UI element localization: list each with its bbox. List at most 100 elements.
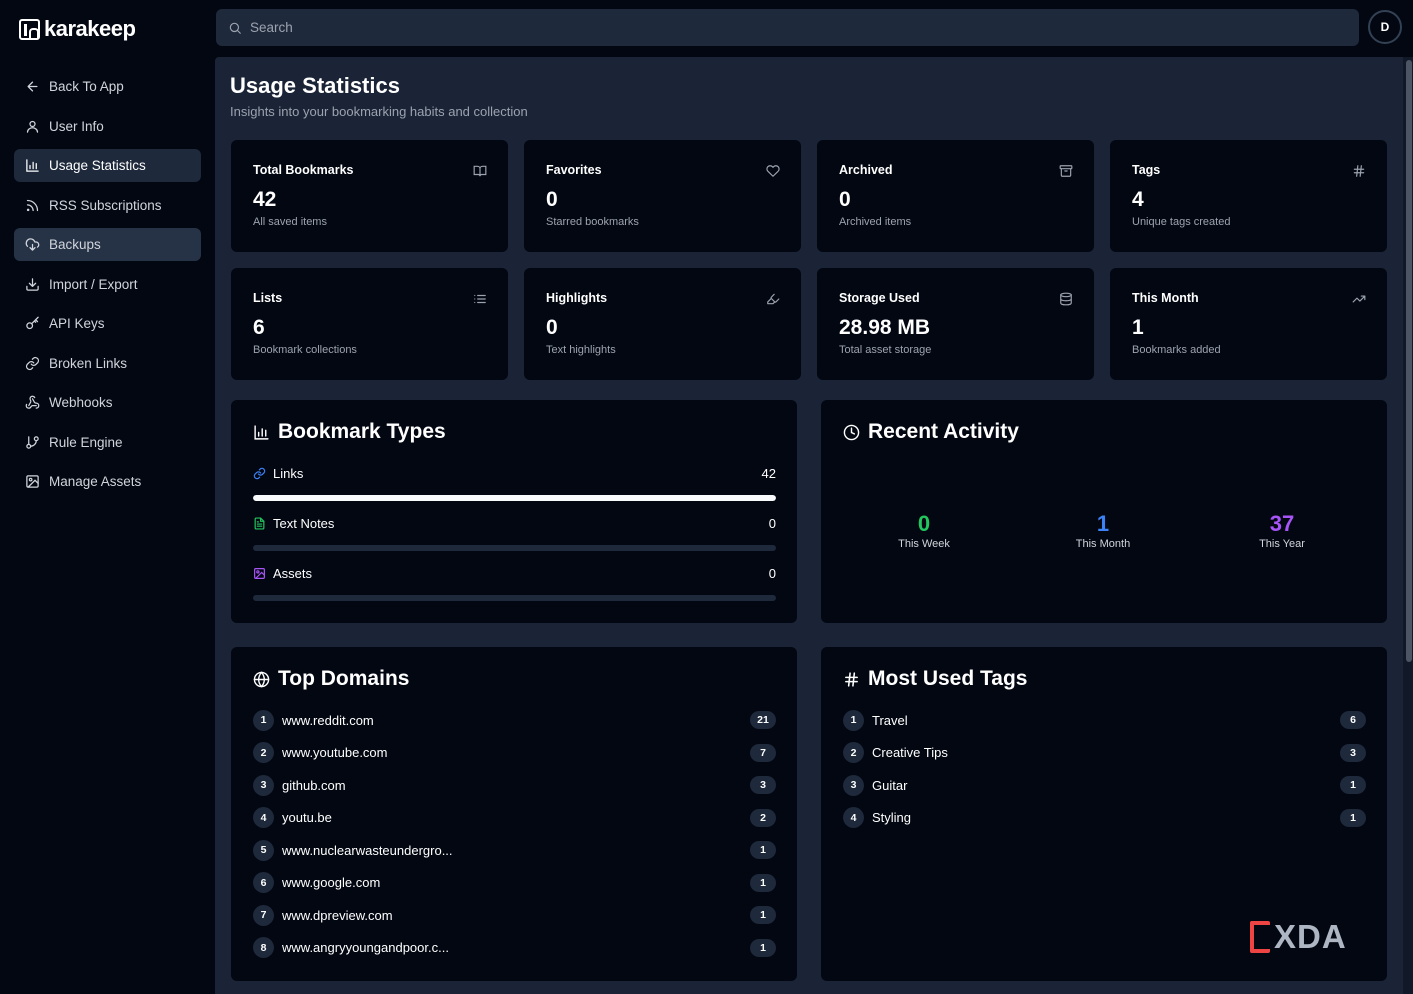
- rank-badge: 5: [253, 839, 274, 861]
- count-badge: 21: [750, 711, 776, 729]
- bar-chart-icon: [26, 159, 39, 172]
- bookmark-type-count: 42: [761, 466, 776, 481]
- domain-row: 5 www.nuclearwasteundergro... 1: [253, 839, 776, 861]
- stat-card-this-month: This Month 1 Bookmarks added: [1110, 268, 1387, 380]
- count-badge: 1: [750, 873, 776, 892]
- tag-row: 1 Travel 6: [843, 709, 1366, 731]
- xda-watermark: XDA: [1250, 918, 1347, 956]
- globe-icon: [253, 670, 270, 688]
- stat-card-tags: Tags 4 Unique tags created: [1110, 140, 1387, 252]
- sidebar-item-label: Manage Assets: [49, 474, 142, 489]
- activity-label: This Year: [1259, 538, 1305, 550]
- stat-label: This Month: [1132, 291, 1199, 305]
- stat-card-archived: Archived 0 Archived items: [817, 140, 1094, 252]
- stat-description: Total asset storage: [839, 344, 932, 356]
- count-badge: 7: [750, 743, 776, 762]
- panel-title: Recent Activity: [843, 420, 1019, 444]
- tag-name: Creative Tips: [872, 745, 948, 760]
- bookmark-type-label: Links: [273, 466, 304, 481]
- stat-value: 6: [253, 316, 265, 339]
- stat-label: Storage Used: [839, 291, 920, 305]
- image-icon: [254, 568, 265, 579]
- sidebar-item-label: Broken Links: [49, 355, 128, 371]
- sidebar-item-rule-engine[interactable]: Rule Engine: [14, 426, 201, 459]
- activity-this-week: 0 This Week: [864, 511, 984, 550]
- stat-description: Bookmarks added: [1132, 344, 1221, 356]
- stat-value: 0: [839, 188, 851, 211]
- bookmark-type-assets: Assets 0: [253, 566, 776, 601]
- sidebar-item-label: Rule Engine: [49, 434, 123, 450]
- hash-icon: [845, 671, 858, 687]
- search-input[interactable]: [250, 20, 850, 35]
- stat-description: All saved items: [253, 216, 327, 228]
- stat-value: 4: [1132, 188, 1144, 211]
- git-branch-icon: [26, 435, 39, 449]
- panel-title-text: Top Domains: [278, 667, 410, 690]
- top-domains-panel: Top Domains 1 www.reddit.com 21 2 www.youtub…: [231, 647, 797, 981]
- clock-icon: [843, 424, 860, 440]
- rank-badge: 7: [253, 904, 274, 926]
- panel-title: Top Domains: [253, 667, 409, 691]
- bookmark-type-count: 0: [768, 566, 776, 581]
- sidebar-item-rss-subscriptions[interactable]: RSS Subscriptions: [14, 189, 201, 222]
- activity-label: This Week: [898, 538, 950, 550]
- stat-card-total-bookmarks: Total Bookmarks 42 All saved items: [231, 140, 508, 252]
- sidebar-item-label: Webhooks: [49, 395, 113, 410]
- sidebar: karakeep Back To App User Info Usage Sta…: [0, 0, 215, 994]
- download-icon: [26, 277, 39, 291]
- image-icon: [26, 475, 39, 488]
- sidebar-item-broken-links[interactable]: Broken Links: [14, 347, 201, 380]
- rank-badge: 3: [253, 774, 274, 796]
- stat-description: Unique tags created: [1132, 216, 1231, 228]
- activity-value: 0: [917, 511, 931, 536]
- app-name: karakeep: [44, 16, 136, 41]
- stat-value: 28.98 MB: [839, 316, 931, 339]
- panel-title-text: Bookmark Types: [278, 420, 446, 443]
- bar-chart-icon: [254, 424, 269, 440]
- rank-badge: 1: [253, 709, 274, 731]
- progress-bar-fill: [253, 495, 776, 501]
- stat-value: 42: [253, 188, 277, 211]
- domain-name: www.google.com: [282, 875, 381, 890]
- sidebar-item-import-export[interactable]: Import / Export: [14, 268, 201, 301]
- domain-name: www.reddit.com: [282, 712, 374, 728]
- tag-name: Guitar: [872, 777, 908, 793]
- tag-row: 3 Guitar 1: [843, 774, 1366, 796]
- domain-row: 4 youtu.be 2: [253, 807, 776, 829]
- sidebar-item-usage-statistics[interactable]: Usage Statistics: [14, 149, 201, 182]
- progress-bar: [253, 545, 776, 551]
- count-badge: 1: [750, 841, 776, 859]
- sidebar-item-label: Usage Statistics: [49, 158, 146, 173]
- sidebar-item-user-info[interactable]: User Info: [14, 110, 201, 143]
- webhook-icon: [25, 395, 40, 409]
- sidebar-item-label: API Keys: [49, 316, 105, 331]
- bookmark-types-panel: Bookmark Types Links 42 Text Notes 0 Ass…: [231, 400, 797, 623]
- sidebar-item-label: Back To App: [49, 79, 124, 94]
- stat-label: Highlights: [546, 291, 608, 305]
- domain-row: 8 www.angryyoungandpoor.c... 1: [253, 937, 776, 959]
- panel-title-text: Recent Activity: [868, 420, 1019, 443]
- scrollbar-thumb[interactable]: [1406, 60, 1412, 662]
- archive-icon: [1059, 165, 1073, 177]
- list-icon: [474, 294, 486, 304]
- domain-row: 7 www.dpreview.com 1: [253, 904, 776, 926]
- domain-name: www.dpreview.com: [282, 907, 393, 923]
- sidebar-item-webhooks[interactable]: Webhooks: [14, 386, 201, 419]
- sidebar-item-api-keys[interactable]: API Keys: [14, 307, 201, 340]
- user-avatar[interactable]: D: [1368, 10, 1402, 44]
- sidebar-item-manage-assets[interactable]: Manage Assets: [14, 465, 201, 498]
- domain-name: www.youtube.com: [282, 745, 388, 760]
- app-logo[interactable]: karakeep: [19, 16, 136, 42]
- stat-value: 1: [1132, 316, 1144, 339]
- sidebar-item-backups[interactable]: Backups: [14, 228, 201, 261]
- progress-bar: [253, 595, 776, 601]
- sidebar-item-back-to-app[interactable]: Back To App: [14, 70, 201, 103]
- domain-name: youtu.be: [282, 810, 332, 825]
- rank-badge: 8: [253, 937, 274, 958]
- watermark-text: XDA: [1274, 918, 1347, 955]
- count-badge: 1: [1340, 776, 1366, 794]
- tag-name: Styling: [872, 810, 912, 825]
- file-text-icon: [254, 517, 265, 530]
- activity-this-month: 1 This Month: [1043, 511, 1163, 550]
- stat-description: Starred bookmarks: [546, 216, 639, 228]
